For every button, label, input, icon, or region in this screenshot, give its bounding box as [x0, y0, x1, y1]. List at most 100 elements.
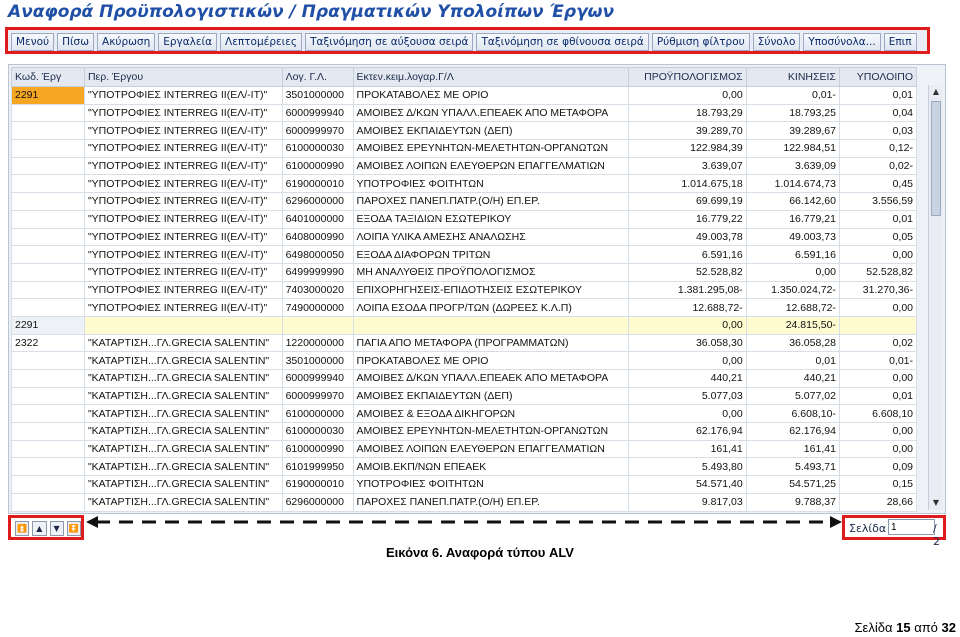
table-cell[interactable]: 6408000990 [281, 227, 354, 247]
table-cell[interactable]: "ΚΑΤΑΡΤΙΣΗ...ΓΛ.GRECIA SALENTIN" [83, 333, 283, 353]
table-cell[interactable]: 0,01- [745, 86, 840, 105]
table-cell[interactable]: "ΥΠΟΤΡΟΦΙΕΣ INTERREG II(ΕΛ/-IT)" [83, 174, 283, 194]
column-header[interactable]: Εκτεν.κειμ.λογαρ.Γ/Λ [352, 67, 630, 87]
table-cell[interactable]: "ΥΠΟΤΡΟΦΙΕΣ INTERREG II(ΕΛ/-IT)" [83, 103, 283, 123]
table-cell[interactable] [11, 386, 85, 406]
table-cell[interactable]: 0,02- [838, 156, 918, 176]
table-cell[interactable] [281, 315, 354, 335]
table-cell[interactable]: "ΥΠΟΤΡΟΦΙΕΣ INTERREG II(ΕΛ/-IT)" [83, 245, 283, 264]
table-row[interactable]: "ΥΠΟΤΡΟΦΙΕΣ INTERREG II(ΕΛ/-IT)" 74900000… [11, 298, 918, 317]
table-row[interactable]: "ΥΠΟΤΡΟΦΙΕΣ INTERREG II(ΕΛ/-IT)" 64080009… [11, 227, 918, 247]
table-cell[interactable]: 6100000030 [281, 422, 354, 441]
table-cell[interactable]: 31.270,36- [838, 280, 918, 300]
table-cell[interactable]: 62.176,94 [628, 422, 747, 441]
table-cell[interactable]: 36.058,28 [745, 333, 840, 353]
table-cell[interactable] [352, 315, 630, 335]
table-cell[interactable]: 1220000000 [281, 333, 354, 353]
table-cell[interactable]: 54.571,25 [745, 475, 840, 494]
table-cell[interactable]: ΥΠΟΤΡΟΦΙΕΣ ΦΟΙΤΗΤΩΝ [352, 475, 630, 494]
table-cell[interactable]: 1.350.024,72- [745, 280, 840, 300]
table-cell[interactable]: 5.493,80 [628, 457, 747, 477]
table-cell[interactable]: 7403000020 [281, 280, 354, 300]
column-header[interactable]: ΚΙΝΗΣΕΙΣ [745, 67, 840, 87]
table-row[interactable]: "ΚΑΤΑΡΤΙΣΗ...ΓΛ.GRECIA SALENTIN" 35010000… [11, 351, 918, 370]
table-cell[interactable]: 0,01 [838, 209, 918, 229]
table-cell[interactable]: 0,04 [838, 103, 918, 123]
table-row[interactable]: "ΚΑΤΑΡΤΙΣΗ...ΓΛ.GRECIA SALENTIN" 61000000… [11, 422, 918, 441]
scroll-thumb[interactable] [931, 101, 941, 216]
table-cell[interactable]: "ΚΑΤΑΡΤΙΣΗ...ΓΛ.GRECIA SALENTIN" [83, 351, 283, 370]
table-cell[interactable]: 161,41 [745, 439, 840, 459]
column-header[interactable]: Περ. Έργου [83, 67, 283, 87]
table-cell[interactable] [11, 209, 85, 229]
table-cell[interactable]: ΛΟΙΠΑ ΕΣΟΔΑ ΠΡΟΓΡ/ΤΩΝ (ΔΩΡΕΕΣ Κ.Λ.Π) [352, 298, 630, 317]
table-cell[interactable]: 6000999970 [281, 121, 354, 141]
table-cell[interactable]: 2322 [11, 333, 85, 353]
table-cell[interactable]: ΠΑΓΙΑ ΑΠΟ ΜΕΤΑΦΟΡΑ (ΠΡΟΓΡΑΜΜΑΤΩΝ) [352, 333, 630, 353]
table-cell[interactable]: ΕΞΟΔΑ ΤΑΞΙΔΙΩΝ ΕΣΩΤΕΡΙΚΟΥ [352, 209, 630, 229]
table-cell[interactable]: 39.289,67 [745, 121, 840, 141]
table-cell[interactable]: 12.688,72- [745, 298, 840, 317]
table-cell[interactable] [11, 351, 85, 370]
table-cell[interactable] [11, 280, 85, 300]
toolbar-button[interactable]: Εργαλεία [158, 33, 218, 51]
table-cell[interactable]: 440,21 [745, 369, 840, 388]
vertical-scrollbar[interactable]: ▲ ▼ [928, 85, 943, 510]
next-page-icon[interactable]: ▼ [49, 521, 64, 536]
table-cell[interactable]: 0,00 [628, 404, 747, 424]
table-cell[interactable]: 5.077,03 [628, 386, 747, 406]
column-header[interactable]: ΥΠΟΛΟΙΠΟ [838, 67, 918, 87]
table-cell[interactable]: ΑΜΟΙΒΕΣ ΕΚΠΑΙΔΕΥΤΩΝ (ΔΕΠ) [352, 121, 630, 141]
table-row[interactable]: "ΥΠΟΤΡΟΦΙΕΣ INTERREG II(ΕΛ/-IT)" 61000009… [11, 156, 918, 176]
table-cell[interactable]: 0,00 [838, 422, 918, 441]
table-cell[interactable]: ΕΠΙΧΟΡΗΓΗΣΕΙΣ-ΕΠΙΔΟΤΗΣΕΙΣ ΕΣΩΤΕΡΙΚΟΥ [352, 280, 630, 300]
table-cell[interactable] [11, 103, 85, 123]
table-cell[interactable]: 122.984,51 [745, 139, 840, 158]
table-cell[interactable]: 6100000990 [281, 439, 354, 459]
table-cell[interactable] [11, 156, 85, 176]
table-row[interactable]: "ΚΑΤΑΡΤΙΣΗ...ΓΛ.GRECIA SALENTIN" 60009999… [11, 369, 918, 388]
table-cell[interactable]: 0,09 [838, 457, 918, 477]
table-cell[interactable] [11, 404, 85, 424]
toolbar-button[interactable]: Ταξινόμηση σε αύξουσα σειρά [305, 33, 474, 51]
table-cell[interactable]: 39.289,70 [628, 121, 747, 141]
toolbar-button[interactable]: Μενού [11, 33, 55, 51]
table-cell[interactable]: 1.014.675,18 [628, 174, 747, 194]
table-cell[interactable]: "ΚΑΤΑΡΤΙΣΗ...ΓΛ.GRECIA SALENTIN" [83, 457, 283, 477]
table-cell[interactable] [11, 139, 85, 158]
table-cell[interactable]: "ΚΑΤΑΡΤΙΣΗ...ΓΛ.GRECIA SALENTIN" [83, 369, 283, 388]
table-row[interactable]: "ΥΠΟΤΡΟΦΙΕΣ INTERREG II(ΕΛ/-IT)" 64010000… [11, 209, 918, 229]
table-cell[interactable] [11, 227, 85, 247]
table-cell[interactable]: 6190000010 [281, 475, 354, 494]
table-cell[interactable]: 28,66 [838, 492, 918, 512]
toolbar-button[interactable]: Ρύθμιση φίλτρου [651, 33, 750, 51]
table-cell[interactable]: 6100000000 [281, 404, 354, 424]
table-cell[interactable]: 2291 [11, 315, 85, 335]
table-cell[interactable]: 49.003,78 [628, 227, 747, 247]
first-page-icon[interactable]: ⏫ [15, 521, 30, 536]
table-cell[interactable]: ΜΗ ΑΝΑΛΥΘΕΙΣ ΠΡΟΫΠΟΛΟΓΙΣΜΟΣ [352, 262, 630, 282]
table-cell[interactable]: 122.984,39 [628, 139, 747, 158]
table-cell[interactable] [11, 492, 85, 512]
table-cell[interactable]: 0,00 [628, 86, 747, 105]
table-cell[interactable]: ΑΜΟΙΒΕΣ Δ/ΚΩΝ ΥΠΑΛΛ.ΕΠΕΑΕΚ ΑΠΟ ΜΕΤΑΦΟΡΑ [352, 103, 630, 123]
column-header[interactable]: ΠΡΟΫΠΟΛΟΓΙΣΜΟΣ [628, 67, 747, 87]
table-row[interactable]: 2291 "ΥΠΟΤΡΟΦΙΕΣ INTERREG II(ΕΛ/-IT)" 3501… [11, 86, 918, 105]
table-cell[interactable]: 54.571,40 [628, 475, 747, 494]
table-cell[interactable]: 0,00 [628, 315, 747, 335]
table-cell[interactable]: 0,12- [838, 139, 918, 158]
table-row[interactable]: 2322 "ΚΑΤΑΡΤΙΣΗ...ΓΛ.GRECIA SALENTIN" 1220… [11, 333, 918, 353]
table-cell[interactable]: 6101999950 [281, 457, 354, 477]
table-cell[interactable]: "ΥΠΟΤΡΟΦΙΕΣ INTERREG II(ΕΛ/-IT)" [83, 86, 283, 105]
previous-page-icon[interactable]: ▲ [32, 521, 47, 536]
toolbar-button[interactable]: Υποσύνολα... [803, 33, 881, 51]
table-cell[interactable]: 66.142,60 [745, 192, 840, 211]
table-cell[interactable]: "ΥΠΟΤΡΟΦΙΕΣ INTERREG II(ΕΛ/-IT)" [83, 139, 283, 158]
table-cell[interactable]: "ΥΠΟΤΡΟΦΙΕΣ INTERREG II(ΕΛ/-IT)" [83, 121, 283, 141]
table-cell[interactable]: ΑΜΟΙΒΕΣ ΛΟΙΠΩΝ ΕΛΕΥΘΕΡΩΝ ΕΠΑΓΓΕΛΜΑΤΙΩΝ [352, 439, 630, 459]
table-cell[interactable]: "ΚΑΤΑΡΤΙΣΗ...ΓΛ.GRECIA SALENTIN" [83, 404, 283, 424]
table-cell[interactable]: 1.381.295,08- [628, 280, 747, 300]
table-cell[interactable]: ΠΑΡΟΧΕΣ ΠΑΝΕΠ.ΠΑΤΡ.(Ο/Η) ΕΠ.ΕΡ. [352, 492, 630, 512]
table-cell[interactable]: ΑΜΟΙΒΕΣ & ΕΞΟΔΑ ΔΙΚΗΓΟΡΩΝ [352, 404, 630, 424]
table-cell[interactable]: 36.058,30 [628, 333, 747, 353]
